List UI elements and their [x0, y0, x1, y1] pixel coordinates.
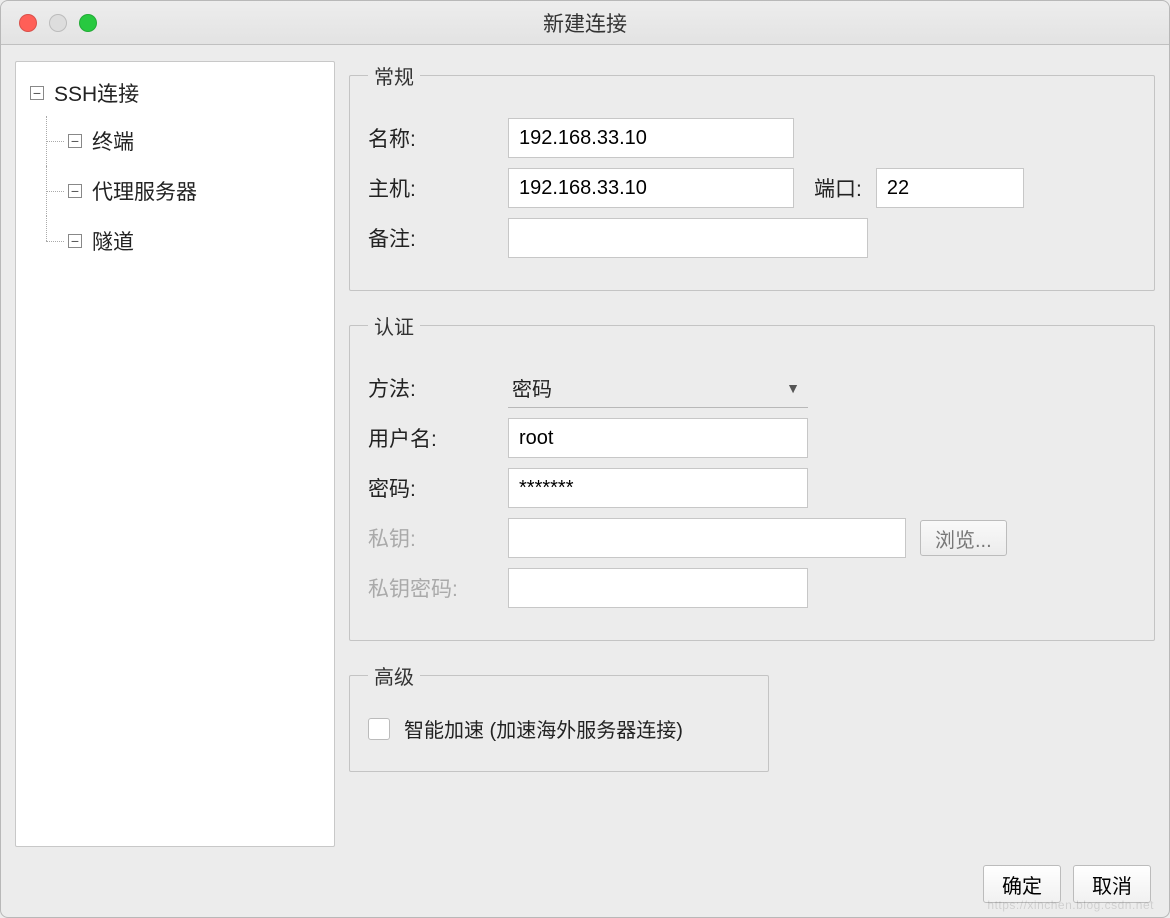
- collapse-icon[interactable]: −: [30, 86, 44, 100]
- tree-item-label: 隧道: [92, 226, 134, 256]
- port-input[interactable]: [876, 168, 1024, 208]
- collapse-icon: −: [68, 234, 82, 248]
- minimize-icon[interactable]: [49, 14, 67, 32]
- tree-item-proxy[interactable]: − 代理服务器: [16, 166, 334, 216]
- titlebar: 新建连接: [1, 1, 1169, 45]
- name-label: 名称:: [368, 123, 508, 153]
- collapse-icon: −: [68, 184, 82, 198]
- browse-button: 浏览...: [920, 520, 1007, 556]
- dialog-body: − SSH连接 − 终端 − 代理服务器 − 隧道 常规 名称:: [1, 45, 1169, 855]
- smart-accel-label: 智能加速 (加速海外服务器连接): [404, 714, 683, 743]
- window-title: 新建连接: [543, 8, 627, 38]
- connection-tree: − SSH连接 − 终端 − 代理服务器 − 隧道: [15, 61, 335, 847]
- tree-item-terminal[interactable]: − 终端: [16, 116, 334, 166]
- smart-accel-checkbox[interactable]: [368, 718, 390, 740]
- username-label: 用户名:: [368, 423, 508, 453]
- advanced-legend: 高级: [368, 661, 420, 690]
- tree-root-label: SSH连接: [54, 78, 139, 108]
- note-label: 备注:: [368, 223, 508, 253]
- password-input[interactable]: [508, 468, 808, 508]
- settings-panel: 常规 名称: 主机: 端口: 备注: 认证: [349, 61, 1155, 847]
- private-key-label: 私钥:: [368, 523, 508, 553]
- private-key-input: [508, 518, 906, 558]
- watermark-text: https://xinchen.blog.csdn.net: [987, 898, 1154, 912]
- private-key-pass-label: 私钥密码:: [368, 573, 508, 603]
- advanced-group: 高级 智能加速 (加速海外服务器连接): [349, 661, 769, 772]
- close-icon[interactable]: [19, 14, 37, 32]
- general-legend: 常规: [368, 61, 420, 90]
- name-input[interactable]: [508, 118, 794, 158]
- host-label: 主机:: [368, 173, 508, 203]
- method-label: 方法:: [368, 373, 508, 403]
- password-label: 密码:: [368, 473, 508, 503]
- private-key-pass-input: [508, 568, 808, 608]
- collapse-icon: −: [68, 134, 82, 148]
- auth-group: 认证 方法: 密码 ▼ 用户名: 密码: 私钥:: [349, 311, 1155, 641]
- new-connection-window: 新建连接 − SSH连接 − 终端 − 代理服务器 − 隧道 常规: [0, 0, 1170, 918]
- tree-item-label: 代理服务器: [92, 176, 197, 206]
- method-select[interactable]: 密码 ▼: [508, 368, 808, 408]
- tree-item-label: 终端: [92, 126, 134, 156]
- zoom-icon[interactable]: [79, 14, 97, 32]
- general-group: 常规 名称: 主机: 端口: 备注:: [349, 61, 1155, 291]
- chevron-down-icon: ▼: [786, 380, 800, 396]
- tree-root-ssh[interactable]: − SSH连接: [16, 70, 334, 116]
- username-input[interactable]: [508, 418, 808, 458]
- method-value: 密码: [512, 373, 552, 402]
- note-input[interactable]: [508, 218, 868, 258]
- tree-item-tunnel[interactable]: − 隧道: [16, 216, 334, 266]
- host-input[interactable]: [508, 168, 794, 208]
- port-label: 端口:: [814, 173, 862, 203]
- window-controls: [19, 14, 97, 32]
- auth-legend: 认证: [368, 311, 420, 340]
